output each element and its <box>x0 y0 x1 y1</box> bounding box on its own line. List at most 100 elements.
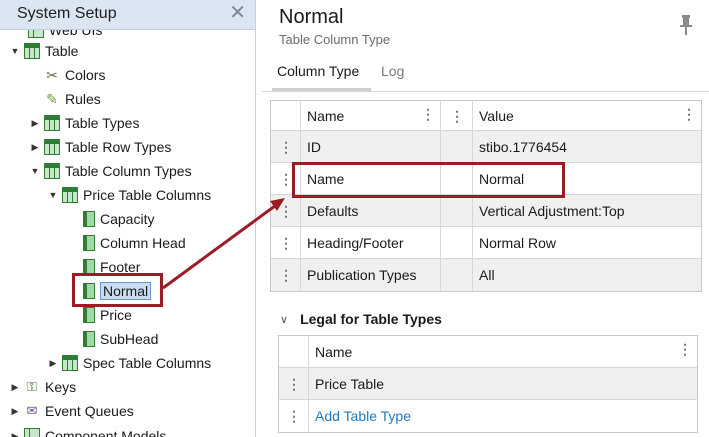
collapsed-arrow-icon[interactable]: ▶ <box>10 406 20 416</box>
tree-item-label: Capacity <box>100 211 155 227</box>
collapsed-arrow-icon[interactable]: ▶ <box>10 382 20 392</box>
tree-item-label: Event Queues <box>45 403 134 419</box>
row-handle[interactable]: ⋮ <box>271 259 301 291</box>
add-table-type-link[interactable]: Add Table Type <box>315 408 411 424</box>
row-value-cell[interactable]: Vertical Adjustment:Top <box>473 195 701 226</box>
drag-handle-icon[interactable]: ⋮ <box>279 236 293 250</box>
row-name-cell: Publication Types <box>301 259 441 291</box>
table-row[interactable]: ⋮ Heading/Footer Normal Row <box>271 227 701 259</box>
tree-item-label: Table Types <box>65 115 140 131</box>
drag-handle-icon[interactable]: ⋮ <box>279 172 293 186</box>
expand-arrow-icon[interactable]: ▼ <box>10 46 20 56</box>
legal-section-title: Legal for Table Types <box>300 311 442 327</box>
row-value-cell[interactable]: Normal Row <box>473 227 701 258</box>
column-menu-icon[interactable]: ⋮ <box>682 107 696 121</box>
system-setup-panel: System Setup ✕ Web UIs ▼ Table ✂ Colors … <box>0 0 256 437</box>
tree-item-event-queues[interactable]: ▶ ✉ Event Queues <box>10 399 134 423</box>
column-group-icon <box>62 355 78 371</box>
tree-item-column-head[interactable]: Column Head <box>83 231 186 255</box>
tree-item-table-row-types[interactable]: ▶ Table Row Types <box>30 135 171 159</box>
grid-spacer-header: ⋮ <box>441 101 473 130</box>
table-row[interactable]: ⋮ Publication Types All <box>271 259 701 291</box>
chevron-down-icon[interactable]: ∨ <box>280 313 288 326</box>
tab-bar: Column Type Log <box>262 58 709 92</box>
collapsed-arrow-icon[interactable]: ▶ <box>30 118 40 128</box>
row-name-cell: Defaults <box>301 195 441 226</box>
drag-handle-icon[interactable]: ⋮ <box>287 377 301 391</box>
tree-item-label: SubHead <box>100 331 159 347</box>
row-value-cell[interactable]: All <box>473 259 701 291</box>
tree-item-rules[interactable]: ✎ Rules <box>44 87 101 111</box>
tree-item-capacity[interactable]: Capacity <box>83 207 154 231</box>
tree-item-table[interactable]: ▼ Table <box>10 39 78 63</box>
row-handle[interactable]: ⋮ <box>271 131 301 162</box>
row-handle[interactable]: ⋮ <box>279 368 309 399</box>
tree-item-table-types[interactable]: ▶ Table Types <box>30 111 139 135</box>
name-row-highlight-box <box>292 162 565 198</box>
drag-handle-icon[interactable]: ⋮ <box>279 268 293 282</box>
column-menu-icon[interactable]: ⋮ <box>421 107 435 121</box>
tree-item-spec-table-columns[interactable]: ▶ Spec Table Columns <box>48 351 211 375</box>
tree-item-label: Price Table Columns <box>83 187 212 203</box>
table-types-icon <box>44 115 60 131</box>
row-spacer <box>441 259 473 291</box>
drag-handle-icon[interactable]: ⋮ <box>279 140 293 154</box>
column-header-label: Name <box>307 107 345 124</box>
tree-item-label: Spec Table Columns <box>83 355 212 371</box>
tree-item-label: Table Row Types <box>65 139 172 155</box>
row-value-cell[interactable]: stibo.1776454 <box>473 131 701 162</box>
row-handle[interactable]: ⋮ <box>279 400 309 432</box>
row-spacer <box>441 195 473 226</box>
expand-arrow-icon[interactable]: ▼ <box>48 190 58 200</box>
column-header-name[interactable]: Name ⋮ <box>301 101 441 130</box>
expand-arrow-icon[interactable]: ▼ <box>30 166 40 176</box>
table-row[interactable]: ⋮ Price Table <box>279 368 697 400</box>
column-header-value[interactable]: Value ⋮ <box>473 101 701 130</box>
row-name-cell: Heading/Footer <box>301 227 441 258</box>
tree-item-keys[interactable]: ▶ ⚿ Keys <box>10 375 77 399</box>
rules-icon: ✎ <box>46 91 58 107</box>
column-menu-icon[interactable]: ⋮ <box>450 109 464 123</box>
add-row: ⋮ Add Table Type <box>279 400 697 432</box>
tree-item-label: Table Column Types <box>65 163 192 179</box>
collapsed-arrow-icon[interactable]: ▶ <box>30 142 40 152</box>
tab-log[interactable]: Log <box>381 63 404 79</box>
row-name-cell: Price Table <box>315 375 385 392</box>
column-group-icon <box>62 187 78 203</box>
legal-section-header[interactable]: ∨ Legal for Table Types <box>280 311 442 327</box>
close-icon[interactable]: ✕ <box>229 2 246 24</box>
column-icon <box>83 211 95 227</box>
row-name-cell: ID <box>301 131 441 162</box>
tree-item-table-column-types[interactable]: ▼ Table Column Types <box>30 159 192 183</box>
tree-item-colors[interactable]: ✂ Colors <box>44 63 105 87</box>
table-row[interactable]: ⋮ ID stibo.1776454 <box>271 131 701 163</box>
tree-item-label: Web UIs <box>49 30 103 38</box>
setup-tree: Web UIs ▼ Table ✂ Colors ✎ Rules ▶ Table… <box>0 30 255 437</box>
row-handle[interactable]: ⋮ <box>271 195 301 226</box>
event-queues-icon: ✉ <box>26 403 38 418</box>
table-row-types-icon <box>44 139 60 155</box>
column-header-label: Name <box>315 343 353 360</box>
tab-column-type[interactable]: Column Type <box>277 63 359 79</box>
collapsed-arrow-icon[interactable]: ▶ <box>10 431 20 437</box>
tree-item-subhead[interactable]: SubHead <box>83 327 158 351</box>
collapsed-arrow-icon[interactable]: ▶ <box>48 358 58 368</box>
row-handle[interactable]: ⋮ <box>271 227 301 258</box>
drag-handle-icon[interactable]: ⋮ <box>287 409 301 423</box>
tree-item-label: Component Models <box>45 428 167 437</box>
tree-item-price-table-columns[interactable]: ▼ Price Table Columns <box>48 183 211 207</box>
tree-item-component-models[interactable]: ▶ Component Models <box>10 424 166 437</box>
colors-icon: ✂ <box>46 67 58 83</box>
grid-handle-header <box>271 101 301 130</box>
drag-handle-icon[interactable]: ⋮ <box>279 204 293 218</box>
tree-item-label: Price <box>100 307 132 323</box>
tree-item-label: Table <box>45 43 79 59</box>
column-icon <box>83 307 95 323</box>
tree-item-label: Keys <box>45 379 77 395</box>
pin-icon[interactable] <box>679 14 693 36</box>
column-menu-icon[interactable]: ⋮ <box>678 342 692 356</box>
table-icon <box>24 43 40 59</box>
tree-item-label: Column Head <box>100 235 186 251</box>
column-header-name[interactable]: Name ⋮ <box>309 336 697 367</box>
table-row[interactable]: ⋮ Defaults Vertical Adjustment:Top <box>271 195 701 227</box>
